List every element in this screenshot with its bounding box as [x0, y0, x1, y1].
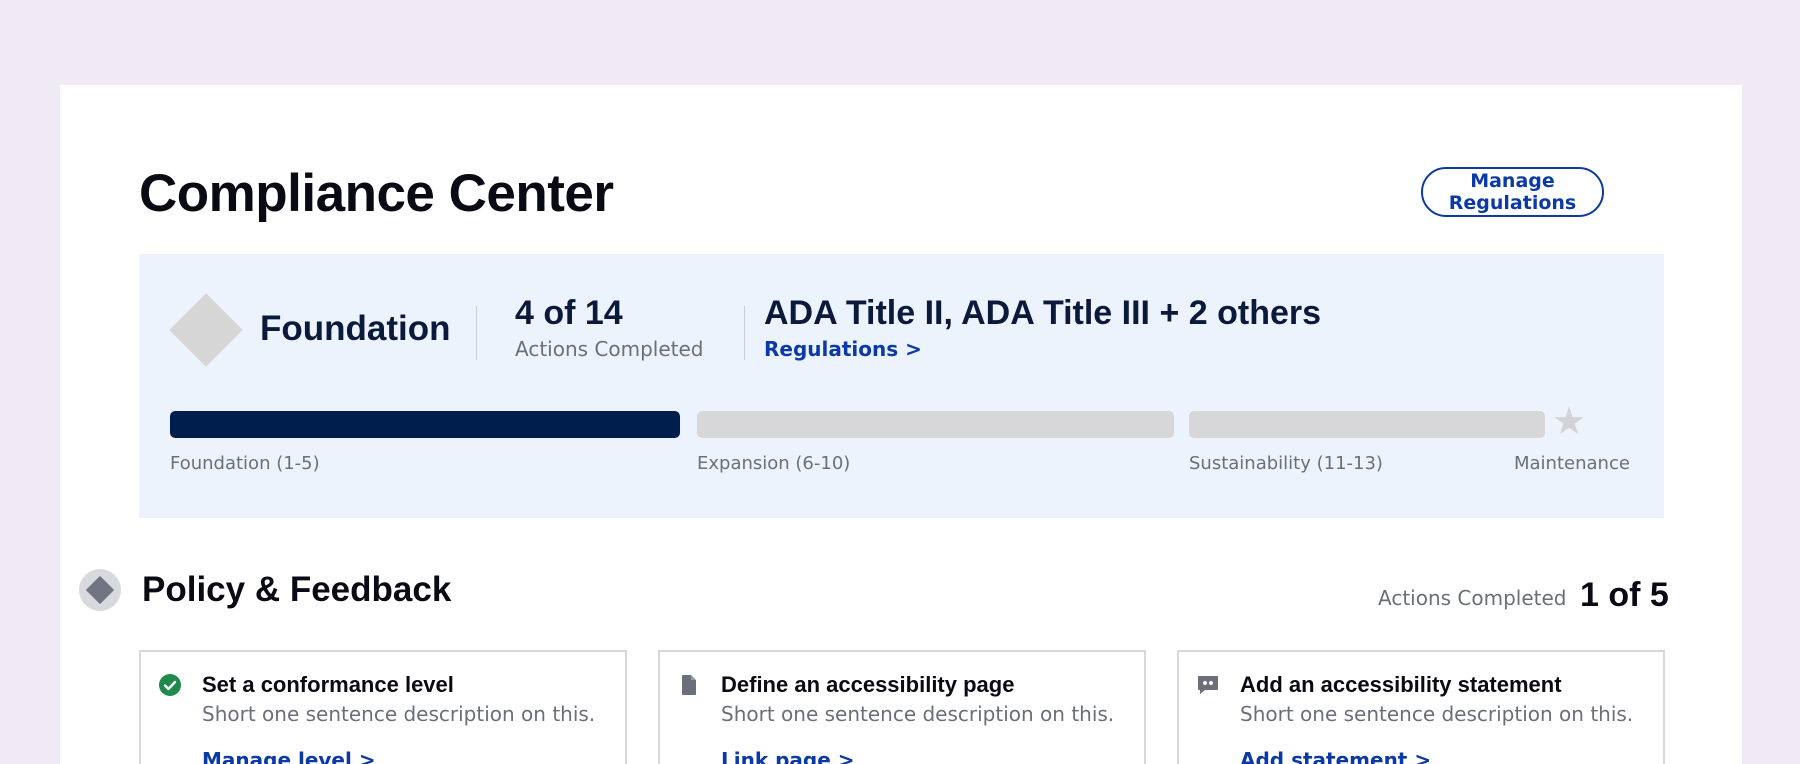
page-title: Compliance Center	[139, 164, 614, 223]
section-title: Policy & Feedback	[142, 570, 452, 609]
document-icon	[682, 675, 696, 695]
divider	[744, 306, 745, 360]
progress-label-expansion: Expansion (6-10)	[697, 453, 851, 474]
star-icon: ★	[1552, 401, 1587, 443]
progress-bar-foundation	[170, 411, 680, 438]
summary-panel: Foundation 4 of 14 Actions Completed ADA…	[139, 254, 1664, 518]
action-card-conformance: Set a conformance level Short one senten…	[139, 650, 627, 764]
quote-bubble-icon	[1198, 676, 1218, 694]
section-count: 1 of 5	[1580, 576, 1669, 614]
progress-label-foundation: Foundation (1-5)	[170, 453, 320, 474]
regulations-link[interactable]: Regulations >	[764, 337, 922, 361]
level-name: Foundation	[260, 309, 451, 348]
section-count-label: Actions Completed	[1378, 586, 1567, 610]
action-card-accessibility-page: Define an accessibility page Short one s…	[658, 650, 1146, 764]
regulations-title: ADA Title II, ADA Title III + 2 others	[764, 294, 1322, 332]
action-card-accessibility-statement: Add an accessibility statement Short one…	[1177, 650, 1665, 764]
check-circle-icon	[159, 674, 181, 696]
link-page-link[interactable]: Link page >	[721, 748, 855, 764]
divider	[476, 306, 477, 360]
action-description: Short one sentence description on this.	[721, 702, 1115, 726]
actions-count-label: Actions Completed	[515, 337, 704, 361]
action-title: Add an accessibility statement	[1240, 672, 1562, 697]
manage-regulations-button[interactable]: Manage Regulations	[1421, 167, 1604, 217]
manage-level-link[interactable]: Manage level >	[202, 748, 376, 764]
action-title: Define an accessibility page	[721, 672, 1015, 697]
level-diamond-icon	[169, 293, 243, 367]
progress-fill	[170, 411, 680, 438]
actions-count: 4 of 14	[515, 294, 623, 332]
action-description: Short one sentence description on this.	[1240, 702, 1634, 726]
action-description: Short one sentence description on this.	[202, 702, 596, 726]
progress-bar-expansion	[697, 411, 1174, 438]
action-title: Set a conformance level	[202, 672, 454, 697]
progress-label-maintenance: Maintenance	[1514, 453, 1630, 474]
progress-bar-sustainability	[1189, 411, 1545, 438]
add-statement-link[interactable]: Add statement >	[1240, 748, 1431, 764]
section-diamond-icon	[79, 569, 121, 611]
progress-label-sustainability: Sustainability (11-13)	[1189, 453, 1383, 474]
